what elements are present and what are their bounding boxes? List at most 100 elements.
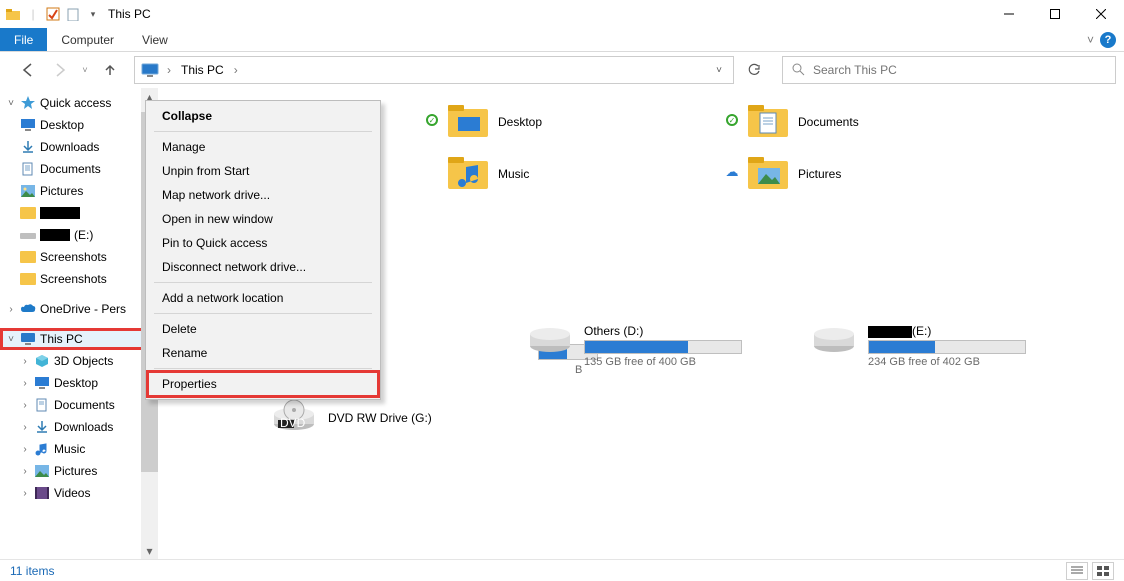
tree-3d-objects[interactable]: › 3D Objects [0, 350, 158, 372]
ctx-rename[interactable]: Rename [148, 341, 378, 365]
tree-documents[interactable]: Documents [0, 158, 158, 180]
view-details-button[interactable] [1066, 562, 1088, 580]
help-icon[interactable]: ? [1100, 32, 1116, 48]
minimize-button[interactable] [986, 0, 1032, 28]
folder-music[interactable]: Music [448, 148, 708, 200]
refresh-button[interactable] [738, 56, 770, 84]
chevron-right-icon[interactable]: › [20, 422, 30, 433]
drive-usage-bar [868, 340, 1026, 354]
tree-desktop-2[interactable]: › Desktop [0, 372, 158, 394]
ctx-pin-quick-access[interactable]: Pin to Quick access [148, 231, 378, 255]
search-box[interactable] [782, 56, 1116, 84]
chevron-right-icon[interactable]: › [20, 400, 30, 411]
drive-d[interactable]: Others (D:) 135 GB free of 400 GB [528, 324, 742, 368]
tree-drive-e[interactable]: (E:) [0, 224, 158, 246]
redacted-label [40, 207, 80, 219]
ribbon-tabs: File Computer View ˅ ? [0, 28, 1124, 52]
tree-screenshots-2[interactable]: Screenshots [0, 268, 158, 290]
search-input[interactable] [813, 63, 1107, 77]
tree-downloads-2[interactable]: › Downloads [0, 416, 158, 438]
3d-objects-icon [34, 353, 50, 369]
ctx-add-network-location[interactable]: Add a network location [148, 286, 378, 310]
tree-music-2[interactable]: › Music [0, 438, 158, 460]
ctx-properties[interactable]: Properties [148, 372, 378, 396]
folder-desktop[interactable]: ✓ Desktop [448, 96, 708, 148]
folder-documents[interactable]: ✓ Documents [748, 96, 1008, 148]
forward-button[interactable] [46, 56, 74, 84]
pictures-icon [20, 183, 36, 199]
drive-e[interactable]: (E:) 234 GB free of 402 GB [812, 324, 1026, 368]
close-button[interactable] [1078, 0, 1124, 28]
chevron-right-icon[interactable]: › [20, 466, 30, 477]
sync-cloud-icon: ☁ [726, 166, 738, 178]
music-folder-icon [448, 155, 486, 193]
back-button[interactable] [14, 56, 42, 84]
ctx-collapse[interactable]: Collapse [148, 104, 378, 128]
tree-label: OneDrive - Pers [40, 302, 126, 316]
breadcrumb-this-pc[interactable]: This PC [179, 63, 226, 77]
tree-documents-2[interactable]: › Documents [0, 394, 158, 416]
tree-desktop[interactable]: Desktop [0, 114, 158, 136]
chevron-right-icon[interactable]: › [6, 304, 16, 315]
address-bar[interactable]: › This PC › ˅ [134, 56, 734, 84]
qat-dropdown-icon[interactable]: ▾ [84, 5, 102, 23]
quick-access-toolbar: | ▾ [0, 5, 102, 23]
chevron-right-icon[interactable]: › [20, 444, 30, 455]
scroll-down-button[interactable]: ▾ [141, 542, 158, 559]
sync-ok-icon: ✓ [726, 114, 738, 126]
this-pc-icon [20, 331, 36, 347]
tree-videos-2[interactable]: › Videos [0, 482, 158, 504]
tab-computer[interactable]: Computer [47, 28, 128, 51]
chevron-down-icon[interactable]: ˅ [6, 98, 16, 109]
tree-label: Videos [54, 486, 90, 500]
chevron-right-icon[interactable]: › [20, 356, 30, 367]
explorer-app-icon [4, 5, 22, 23]
ribbon-collapse-icon[interactable]: ˅ [1087, 33, 1094, 47]
tree-label: Pictures [54, 464, 97, 478]
drive-icon [20, 227, 36, 243]
chevron-down-icon[interactable]: ˅ [6, 334, 16, 345]
titlebar: | ▾ This PC [0, 0, 1124, 28]
qat-separator: | [24, 5, 42, 23]
status-bar: 11 items [0, 559, 1124, 581]
chevron-right-icon[interactable]: › [20, 378, 30, 389]
tree-quick-access[interactable]: ˅ Quick access [0, 92, 158, 114]
tree-onedrive[interactable]: › OneDrive - Pers [0, 298, 158, 320]
tree-pictures[interactable]: Pictures [0, 180, 158, 202]
tree-label: Documents [40, 162, 101, 176]
breadcrumb-chevron-icon[interactable]: › [232, 63, 240, 77]
ctx-unpin-start[interactable]: Unpin from Start [148, 159, 378, 183]
tree-this-pc[interactable]: ˅ This PC [0, 328, 158, 350]
tree-pictures-2[interactable]: › Pictures [0, 460, 158, 482]
recent-locations-button[interactable]: ˅ [78, 56, 92, 84]
tree-label: Music [54, 442, 85, 456]
qat-properties-icon[interactable] [44, 5, 62, 23]
folder-pictures[interactable]: ☁ Pictures [748, 148, 1008, 200]
maximize-button[interactable] [1032, 0, 1078, 28]
tab-view[interactable]: View [128, 28, 182, 51]
tree-downloads[interactable]: Downloads [0, 136, 158, 158]
qat-newfolder-icon[interactable] [64, 5, 82, 23]
drive-free-text: 234 GB free of 402 GB [868, 356, 1026, 368]
view-tiles-button[interactable] [1092, 562, 1114, 580]
folder-label: Music [498, 167, 529, 181]
address-dropdown-button[interactable]: ˅ [705, 57, 733, 83]
drive-icon [812, 324, 856, 354]
ctx-disconnect-drive[interactable]: Disconnect network drive... [148, 255, 378, 279]
ctx-delete[interactable]: Delete [148, 317, 378, 341]
chevron-right-icon[interactable]: › [20, 488, 30, 499]
ctx-open-new-window[interactable]: Open in new window [148, 207, 378, 231]
up-button[interactable] [96, 56, 124, 84]
tab-file[interactable]: File [0, 28, 47, 51]
search-icon [791, 62, 805, 79]
ctx-map-drive[interactable]: Map network drive... [148, 183, 378, 207]
tree-screenshots[interactable]: Screenshots [0, 246, 158, 268]
breadcrumb-chevron-icon[interactable]: › [165, 63, 173, 77]
onedrive-icon [20, 301, 36, 317]
sync-ok-icon: ✓ [426, 114, 438, 126]
tree-redacted-folder[interactable] [0, 202, 158, 224]
this-pc-icon [141, 63, 159, 77]
drive-dvd[interactable]: DVD DVD RW Drive (G:) [216, 400, 432, 435]
ctx-separator [154, 313, 372, 314]
ctx-manage[interactable]: Manage [148, 135, 378, 159]
